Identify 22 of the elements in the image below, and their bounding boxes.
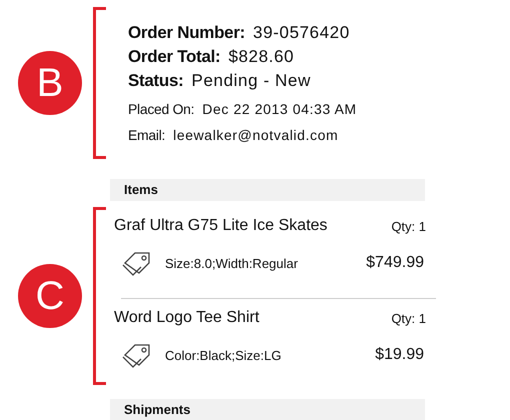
- field-label: Status:: [128, 71, 184, 91]
- item-options: Color:Black;Size:LG: [165, 348, 376, 362]
- field-value: Dec 22 2013 04:33 AM: [202, 101, 357, 117]
- item-price: $19.99: [375, 346, 424, 364]
- item-quantity: Qty: 1: [391, 218, 426, 234]
- field-label: Order Total:: [128, 47, 220, 67]
- field-value: 39-0576420: [253, 23, 350, 43]
- field-value: Pending - New: [192, 71, 311, 91]
- section-header: Items: [110, 179, 425, 201]
- item-name: Word Logo Tee Shirt: [114, 309, 260, 327]
- item-name: Graf Ultra G75 Lite Ice Skates: [114, 217, 328, 235]
- callout-marker: B: [18, 51, 82, 115]
- field-value: leewalker@notvalid.com: [173, 127, 338, 143]
- item-quantity: Qty: 1: [391, 310, 426, 326]
- field-label: Placed On:: [128, 101, 194, 117]
- item-options: Size:8.0;Width:Regular: [165, 256, 366, 270]
- field-label: Order Number:: [128, 23, 246, 43]
- callout-marker: C: [18, 264, 82, 328]
- field-label: Email:: [128, 127, 166, 143]
- item-price: $749.99: [366, 254, 424, 272]
- field-value: $828.60: [228, 47, 294, 67]
- section-header: Shipments: [110, 399, 425, 420]
